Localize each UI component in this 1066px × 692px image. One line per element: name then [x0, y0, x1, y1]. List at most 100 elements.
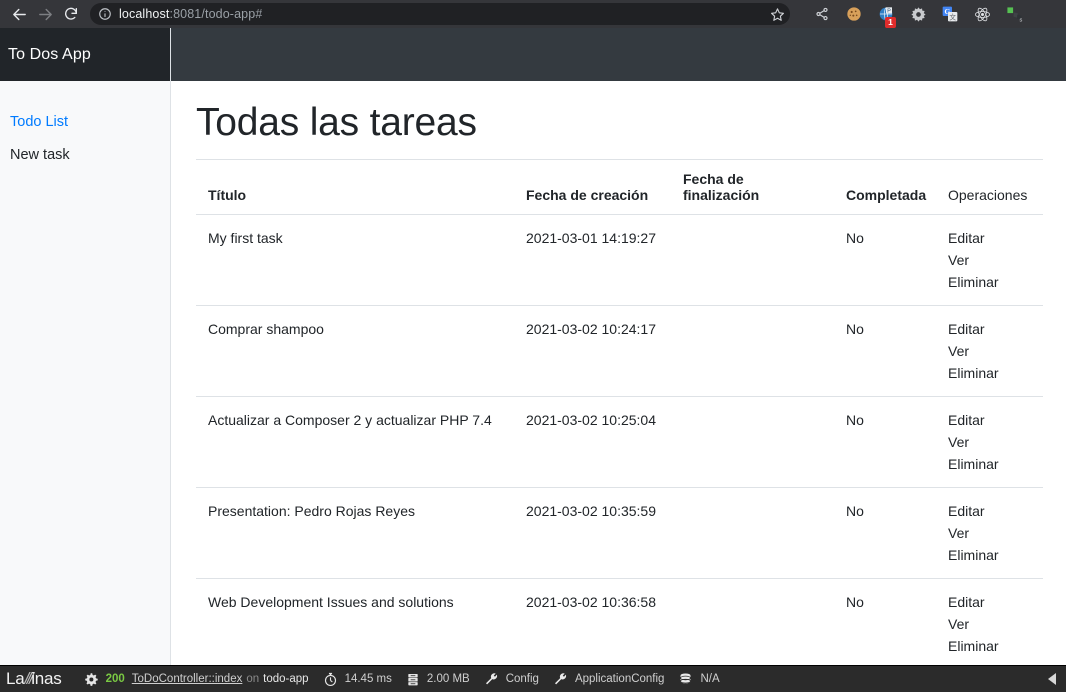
- sidebar: To Dos App Todo List New task: [0, 28, 171, 665]
- tasks-table-body: My first task 2021-03-01 14:19:27 No Edi…: [196, 214, 1043, 665]
- debug-database[interactable]: N/A: [678, 672, 720, 687]
- svg-text:文: 文: [949, 13, 956, 22]
- browser-toolbar: localhost:8081/todo-app# P 1 G 文 s: [0, 0, 1066, 28]
- forward-button[interactable]: [32, 1, 58, 27]
- cell-created: 2021-03-01 14:19:27: [514, 214, 671, 306]
- sidebar-item-new-task[interactable]: New task: [0, 139, 170, 172]
- delete-link[interactable]: Eliminar: [948, 635, 1031, 657]
- cell-operations: Editar Ver Eliminar: [936, 487, 1043, 579]
- edit-link[interactable]: Editar: [948, 227, 1031, 249]
- bug-gear-icon[interactable]: [902, 1, 934, 27]
- green-puzzle-icon[interactable]: s: [998, 1, 1030, 27]
- table-row: Web Development Issues and solutions 202…: [196, 578, 1043, 665]
- collapse-left-icon[interactable]: [1048, 673, 1056, 685]
- sidebar-brand[interactable]: To Dos App: [0, 28, 170, 81]
- extension-badge-count: 1: [885, 17, 896, 28]
- table-header-row: Título Fecha de creación Fecha de finali…: [196, 159, 1043, 215]
- tasks-table: Título Fecha de creación Fecha de finali…: [196, 159, 1043, 665]
- content-area: Todas las tareas Título Fecha de creació…: [171, 28, 1066, 665]
- cell-operations: Editar Ver Eliminar: [936, 578, 1043, 665]
- debug-time[interactable]: 14.45 ms: [323, 672, 392, 687]
- cell-created: 2021-03-02 10:36:58: [514, 578, 671, 665]
- debug-request-info[interactable]: 200 ToDoController::index on todo-app: [84, 672, 309, 687]
- edit-link[interactable]: Editar: [948, 409, 1031, 431]
- column-header-created: Fecha de creación: [514, 159, 671, 215]
- view-link[interactable]: Ver: [948, 613, 1031, 635]
- svg-text:s: s: [1019, 17, 1022, 22]
- view-link[interactable]: Ver: [948, 431, 1031, 453]
- delete-link[interactable]: Eliminar: [948, 271, 1031, 293]
- top-navbar: [171, 28, 1066, 81]
- share-icon[interactable]: [806, 1, 838, 27]
- sidebar-nav: Todo List New task: [0, 81, 170, 172]
- route-app-name: todo-app: [263, 673, 309, 685]
- delete-link[interactable]: Eliminar: [948, 453, 1031, 475]
- bookmark-button[interactable]: [762, 1, 792, 27]
- cell-created: 2021-03-02 10:24:17: [514, 305, 671, 397]
- debug-memory[interactable]: 2.00 MB: [406, 672, 470, 687]
- cell-created: 2021-03-02 10:35:59: [514, 487, 671, 579]
- table-row: Comprar shampoo 2021-03-02 10:24:17 No E…: [196, 305, 1043, 397]
- stopwatch-icon: [323, 672, 338, 687]
- logo-post: inas: [31, 669, 62, 688]
- tasks-table-head: Título Fecha de creación Fecha de finali…: [196, 159, 1043, 215]
- sidebar-item-todo-list[interactable]: Todo List: [0, 106, 170, 139]
- address-bar[interactable]: localhost:8081/todo-app#: [90, 3, 790, 25]
- database-status: N/A: [700, 673, 720, 685]
- application-config-label: ApplicationConfig: [574, 673, 665, 685]
- route-name[interactable]: ToDoController::index: [132, 673, 243, 685]
- extension-toolbar: P 1 G 文 s: [806, 1, 1030, 28]
- logo-pre: La: [6, 669, 25, 688]
- cell-completed: No: [834, 214, 936, 306]
- page-title: Todas las tareas: [196, 101, 477, 144]
- cell-operations: Editar Ver Eliminar: [936, 396, 1043, 488]
- laminas-logo: La///inas: [6, 669, 62, 689]
- site-info-icon[interactable]: [98, 7, 112, 21]
- status-code: 200: [105, 673, 125, 685]
- edit-link[interactable]: Editar: [948, 318, 1031, 340]
- debug-application-config[interactable]: ApplicationConfig: [553, 672, 665, 687]
- edit-link[interactable]: Editar: [948, 591, 1031, 613]
- address-bar-text: localhost:8081/todo-app#: [119, 7, 262, 21]
- execution-time: 14.45 ms: [344, 673, 392, 685]
- globe-extension-icon[interactable]: P 1: [870, 1, 902, 28]
- cell-finished: [671, 487, 834, 579]
- edit-link[interactable]: Editar: [948, 500, 1031, 522]
- svg-text:P: P: [887, 8, 891, 14]
- cell-created: 2021-03-02 10:25:04: [514, 396, 671, 488]
- view-link[interactable]: Ver: [948, 340, 1031, 362]
- cell-title: Comprar shampoo: [196, 305, 514, 397]
- url-path: :8081/todo-app#: [169, 7, 263, 21]
- cell-completed: No: [834, 578, 936, 665]
- reload-icon: [65, 7, 77, 20]
- cell-finished: [671, 396, 834, 488]
- delete-link[interactable]: Eliminar: [948, 362, 1031, 384]
- view-link[interactable]: Ver: [948, 522, 1031, 544]
- wrench-icon: [484, 672, 499, 687]
- cell-completed: No: [834, 487, 936, 579]
- column-header-completed: Completada: [834, 159, 936, 215]
- reload-button[interactable]: [58, 1, 84, 27]
- memory-usage: 2.00 MB: [426, 673, 470, 685]
- cell-title: Presentation: Pedro Rojas Reyes: [196, 487, 514, 579]
- cookie-icon[interactable]: [838, 1, 870, 27]
- cell-operations: Editar Ver Eliminar: [936, 305, 1043, 397]
- cell-completed: No: [834, 305, 936, 397]
- arrow-left-icon: [12, 8, 26, 20]
- google-translate-icon[interactable]: G 文: [934, 1, 966, 27]
- cell-finished: [671, 578, 834, 665]
- route-on-label: on: [246, 673, 260, 685]
- react-devtools-icon[interactable]: [966, 1, 998, 27]
- cell-finished: [671, 305, 834, 397]
- view-link[interactable]: Ver: [948, 249, 1031, 271]
- back-button[interactable]: [6, 1, 32, 27]
- column-header-title: Título: [196, 159, 514, 215]
- debug-config[interactable]: Config: [484, 672, 539, 687]
- url-host: localhost: [119, 7, 170, 21]
- cell-finished: [671, 214, 834, 306]
- table-row: My first task 2021-03-01 14:19:27 No Edi…: [196, 214, 1043, 306]
- database-icon: [678, 672, 693, 687]
- delete-link[interactable]: Eliminar: [948, 544, 1031, 566]
- cell-operations: Editar Ver Eliminar: [936, 214, 1043, 306]
- gear-icon: [84, 672, 99, 687]
